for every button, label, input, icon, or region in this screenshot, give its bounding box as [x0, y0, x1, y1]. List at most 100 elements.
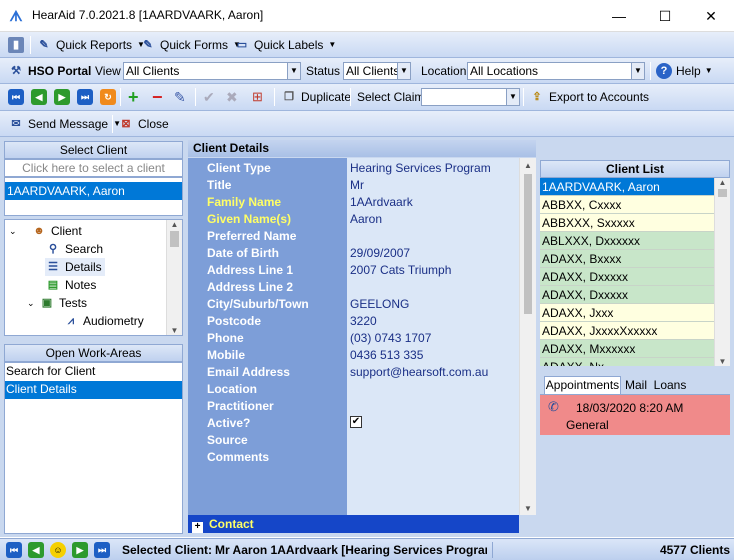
city-label: City/Suburb/Town [207, 297, 309, 311]
details-scrollbar[interactable]: ▲ ▼ [519, 158, 536, 515]
client-list-row[interactable]: ADAXX, JxxxxXxxxxx [540, 322, 714, 340]
client-list-scrollbar[interactable]: ▲ ▼ [714, 178, 730, 366]
collapse-icon[interactable]: ⌄ [9, 226, 21, 237]
chevron-down-icon[interactable]: ▼ [287, 63, 300, 79]
export-to-accounts-button[interactable]: ⇪ Export to Accounts [529, 84, 649, 110]
select-client-hint[interactable]: Click here to select a client [4, 159, 183, 177]
hso-portal-button[interactable]: ⚒ HSO Portal [8, 58, 91, 83]
email-value[interactable]: support@hearsoft.com.au [350, 365, 488, 379]
client-list-row[interactable]: ADAXX, Dxxxxx [540, 286, 714, 304]
person-icon: ☻ [33, 225, 45, 237]
close-button[interactable]: ⊠ Close [118, 111, 168, 136]
refresh-icon[interactable]: ↻ [100, 89, 116, 105]
date-of-birth-label: Date of Birth [207, 246, 279, 260]
previous-client-icon[interactable]: ◀ [28, 542, 44, 558]
mobile-label: Mobile [207, 348, 245, 362]
work-area-item[interactable]: Search for Client [5, 363, 182, 381]
client-list-row[interactable]: ADAXX, Jxxx [540, 304, 714, 322]
expand-icon[interactable]: + [192, 522, 203, 533]
scroll-thumb[interactable] [524, 174, 532, 314]
tab-mail[interactable]: Mail [622, 377, 650, 394]
quick-labels-button[interactable]: ▭ Quick Labels ▼ [234, 32, 337, 57]
pen-icon: ✎ [143, 38, 153, 51]
quick-reports-button[interactable]: ✎ Quick Reports ▼ [36, 32, 145, 57]
tab-loans[interactable]: Loans [652, 377, 688, 394]
status-label: Status [306, 63, 341, 78]
client-list-row[interactable]: ADAXX, Bxxxx [540, 250, 714, 268]
chevron-down-icon[interactable]: ▼ [397, 63, 410, 79]
tree-item-tests[interactable]: ⌄ ▣ Tests [27, 294, 87, 312]
client-list-row[interactable]: ADAXX, Mxxxxxx [540, 340, 714, 358]
tab-appointments[interactable]: Appointments [544, 376, 621, 394]
previous-record-icon[interactable]: ◀ [31, 89, 47, 105]
last-record-icon[interactable]: ⏭ [77, 89, 93, 105]
given-names-value[interactable]: Aaron [350, 212, 382, 226]
quick-reports-label: Quick Reports [56, 37, 133, 52]
client-list-row[interactable]: ABBXX, Cxxxx [540, 196, 714, 214]
client-list-row[interactable]: ABLXXX, Dxxxxxx [540, 232, 714, 250]
quick-forms-button[interactable]: ✎ Quick Forms ▼ [140, 32, 241, 57]
help-icon: ? [656, 62, 672, 79]
appointment-item[interactable]: ✆ 18/03/2020 8:20 AM General [540, 395, 730, 435]
source-label: Source [207, 433, 248, 447]
collapse-icon[interactable]: ⌄ [27, 298, 39, 309]
record-navigation: ⏮ ◀ ▶ ⏭ ↻ [8, 84, 116, 110]
image-icon: ▣ [41, 297, 53, 309]
add-icon[interactable]: + [128, 84, 139, 110]
toolbar-separator [120, 88, 121, 106]
delete-icon[interactable]: − [152, 84, 163, 110]
active-checkbox[interactable]: ✔ [350, 416, 362, 428]
selected-client-item[interactable]: 1AARDVAARK, Aaron [5, 182, 182, 200]
tree-item-audiometry[interactable]: ⩘ Audiometry [63, 312, 144, 330]
tree-icon[interactable]: ⊞ [252, 84, 263, 110]
date-of-birth-value[interactable]: 29/09/2007 [350, 246, 410, 260]
view-select[interactable]: All Clients ▼ [123, 62, 301, 80]
client-list-row[interactable]: ADAXX, Dxxxxx [540, 268, 714, 286]
tree-scrollbar[interactable]: ▲ ▼ [166, 220, 182, 335]
client-type-value[interactable]: Hearing Services Program [350, 161, 491, 175]
exit-door-icon[interactable]: ▮ [8, 32, 28, 57]
work-area-item-active[interactable]: Client Details [5, 381, 182, 399]
export-icon: ⇪ [532, 91, 542, 103]
client-list-row[interactable]: ABBXXX, Sxxxxx [540, 214, 714, 232]
address-line-1-value[interactable]: 2007 Cats Triumph [350, 263, 451, 277]
phone-value[interactable]: (03) 0743 1707 [350, 331, 431, 345]
family-name-value[interactable]: 1AArdvaark [350, 195, 413, 209]
chevron-down-icon[interactable]: ▼ [506, 89, 519, 105]
edit-icon[interactable]: ✎ [174, 84, 186, 110]
first-client-icon[interactable]: ⏮ [6, 542, 22, 558]
help-button[interactable]: ? Help ▼ [656, 58, 713, 83]
chevron-down-icon[interactable]: ▼ [631, 63, 644, 79]
title-value[interactable]: Mr [350, 178, 364, 192]
postcode-value[interactable]: 3220 [350, 314, 377, 328]
first-record-icon[interactable]: ⏮ [8, 89, 24, 105]
client-type-label: Client Type [207, 161, 271, 175]
close-window-button[interactable]: ✕ [688, 0, 734, 32]
status-bar: ⏮ ◀ ☺ ▶ ⏭ Selected Client: Mr Aaron 1AAr… [0, 538, 734, 560]
next-client-icon[interactable]: ▶ [72, 542, 88, 558]
mobile-value[interactable]: 0436 513 335 [350, 348, 423, 362]
message-toolbar: ✉ Send Message ▼ ⊠ Close [0, 111, 734, 137]
contact-section-bar[interactable]: + Contact [188, 515, 519, 533]
scroll-thumb[interactable] [718, 189, 727, 197]
last-client-icon[interactable]: ⏭ [94, 542, 110, 558]
tree-item-details[interactable]: ☰ Details [45, 258, 105, 276]
status-navigation: ⏮ ◀ ☺ ▶ ⏭ [6, 542, 110, 558]
client-list-row-selected[interactable]: 1AARDVAARK, Aaron [540, 178, 714, 196]
scroll-thumb[interactable] [170, 231, 179, 247]
send-message-button[interactable]: ✉ Send Message ▼ [8, 111, 121, 136]
city-value[interactable]: GEELONG [350, 297, 409, 311]
status-select[interactable]: All Clients ▼ [343, 62, 411, 80]
minimize-button[interactable]: — [596, 0, 642, 32]
maximize-button[interactable]: ☐ [642, 0, 688, 32]
smiley-icon[interactable]: ☺ [50, 542, 66, 558]
client-list-row[interactable]: ADAXX, Nx... [540, 358, 714, 366]
duplicate-button[interactable]: ❐ Duplicate [281, 84, 351, 110]
select-claim-dropdown[interactable]: ▼ [421, 88, 520, 106]
next-record-icon[interactable]: ▶ [54, 89, 70, 105]
location-select[interactable]: All Locations ▼ [467, 62, 645, 80]
tree-item-search[interactable]: ⚲ Search [45, 240, 103, 258]
tree-item-notes[interactable]: ▤ Notes [45, 276, 97, 294]
tree-item-client[interactable]: ⌄ ☻ Client [9, 222, 82, 240]
location-select-value: All Locations [470, 64, 539, 78]
